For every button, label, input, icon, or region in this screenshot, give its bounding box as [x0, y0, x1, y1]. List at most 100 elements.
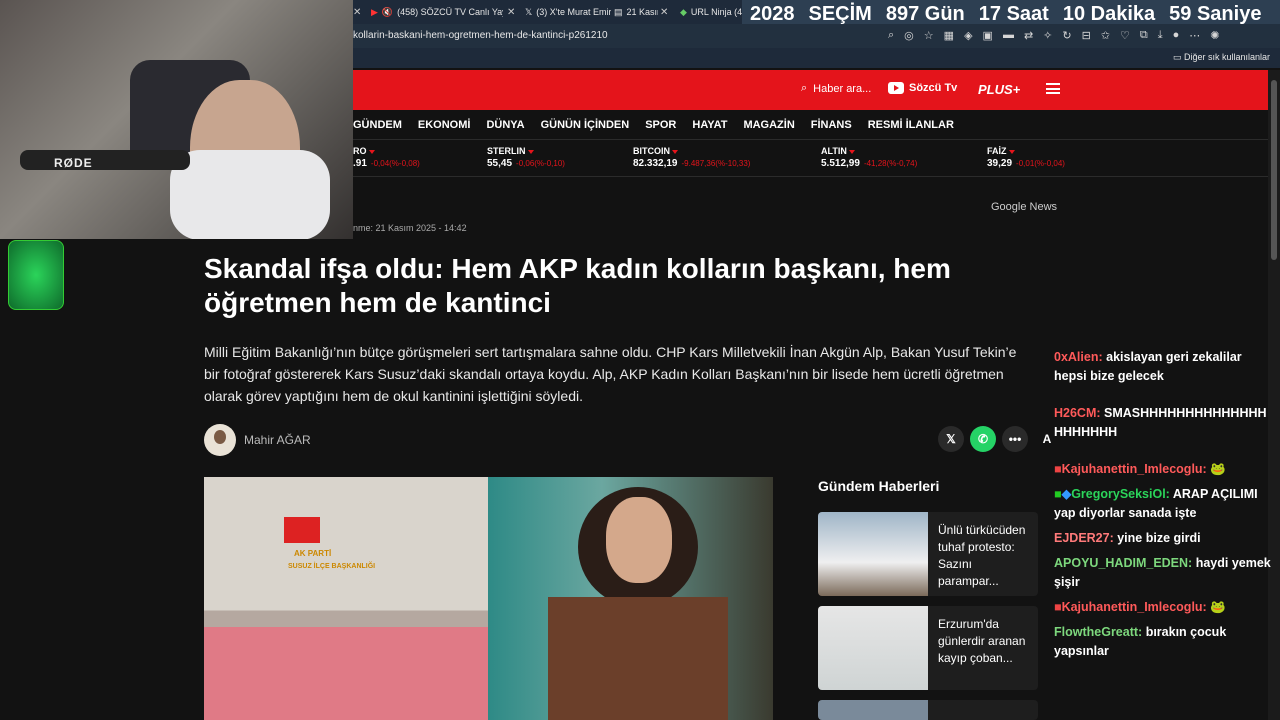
down-arrow-icon — [368, 150, 375, 154]
collections-icon[interactable]: ⧉ — [1140, 29, 1148, 42]
vpn-icon[interactable]: ▬ — [1003, 29, 1014, 42]
tab-close-button[interactable]: ✕ — [353, 2, 365, 22]
search-icon: ⌕ — [801, 82, 808, 94]
more-icon[interactable]: ⋯ — [1189, 29, 1200, 42]
other-bookmarks-label: Diğer sık kullanılanlar — [1183, 52, 1270, 62]
translate-icon[interactable]: ⇄ — [1024, 29, 1033, 42]
tab-label: 21 Kasım — [626, 7, 658, 17]
photo-meeting: AK PARTİ SUSUZ İLÇE BAŞKANLIĞI — [204, 477, 488, 720]
url-text[interactable]: kollarin-baskani-hem-ogretmen-hem-de-kan… — [353, 30, 608, 41]
screenshot-icon[interactable]: ▣ — [983, 29, 993, 42]
share-buttons: 𝕏 ✆ ••• A — [938, 426, 1060, 452]
x-share-icon[interactable]: 𝕏 — [938, 426, 964, 452]
news-label: News — [1029, 201, 1058, 213]
scrollbar-thumb[interactable] — [1271, 80, 1277, 260]
nav-item[interactable]: EKONOMİ — [418, 119, 471, 131]
article-date: nme: 21 Kasım 2025 - 14:42 — [353, 223, 467, 233]
other-bookmarks[interactable]: ▭ Diğer sık kullanılanlar — [1173, 52, 1270, 63]
favorites-icon[interactable]: ✩ — [1101, 29, 1110, 42]
close-icon[interactable]: ✕ — [660, 7, 668, 18]
green-can-graphic — [8, 240, 64, 310]
photo-vest — [548, 597, 728, 720]
ticker-name: RO — [353, 146, 367, 156]
ticker-item[interactable]: STERLIN 55,45 -0,06(%-0,10) — [487, 146, 565, 169]
youtube-icon: ▶ — [371, 6, 378, 17]
search-button[interactable]: ⌕ Haber ara... — [801, 82, 871, 95]
photo-sign: AK PARTİ — [294, 549, 332, 558]
countdown-days: 897 — [885, 2, 920, 25]
chat-user: 0xAlien: — [1054, 350, 1103, 364]
countdown-minutes: 10 — [1062, 2, 1086, 25]
chat-message: ■Kajuhanettin_Imlecoglu: 🐸 — [1054, 598, 1274, 617]
star-icon[interactable]: ☆ — [924, 29, 934, 42]
ticker-change: -0,06(%-0,10) — [516, 159, 565, 168]
search-placeholder: Haber ara... — [813, 82, 872, 95]
badge-icon: ■ — [1054, 462, 1062, 476]
more-icon[interactable]: ••• — [1002, 426, 1028, 452]
heart-icon[interactable]: ♡ — [1120, 29, 1130, 42]
article-title: Skandal ifşa oldu: Hem AKP kadın kolları… — [204, 253, 951, 318]
nav-item[interactable]: FİNANS — [811, 119, 852, 131]
emote-icon: 🐸 — [1210, 600, 1226, 614]
zoom-icon[interactable]: ⌕ — [888, 29, 894, 42]
close-icon[interactable]: ✕ — [353, 7, 361, 18]
news-card-image — [818, 512, 928, 596]
refresh-icon[interactable]: ↻ — [1062, 29, 1071, 42]
badge-icon: ■ — [1054, 487, 1062, 501]
tab-close-button[interactable]: ✕ — [507, 2, 519, 22]
ticker-value: 5.512,99 — [821, 158, 860, 169]
news-card-title: Erzurum'da günlerdir aranan kayıp çoban.… — [938, 617, 1026, 665]
plus-link[interactable]: PLUS+ — [978, 82, 1020, 97]
nav-item[interactable]: GÜNÜN İÇİNDEN — [541, 119, 630, 131]
nav-item[interactable]: RESMİ İLANLAR — [868, 119, 954, 131]
article-lead: Milli Eğitim Bakanlığı’nın bütçe görüşme… — [204, 344, 1017, 404]
avatar[interactable]: ● — [1173, 29, 1180, 42]
extensions-icon[interactable]: ▦ — [944, 29, 954, 42]
chat-user: APOYU_HADIM_EDEN: — [1054, 556, 1193, 570]
news-card-image — [818, 700, 928, 720]
news-card[interactable]: Ünlü türkücüden tuhaf protesto: Sazını p… — [818, 512, 1038, 596]
puzzle-icon[interactable]: ✧ — [1043, 29, 1052, 42]
news-card[interactable] — [818, 700, 1038, 720]
tab-url-ninja[interactable]: ◆ URL Ninja (4 — [680, 2, 742, 22]
tab-label: URL Ninja (4 — [690, 7, 742, 17]
nav-item[interactable]: GÜNDEM — [353, 119, 402, 131]
tab-sozcu-tv[interactable]: ▶ 🔇 (458) SÖZCÜ TV Canlı Yayın — [371, 2, 503, 22]
ticker-name: BITCOIN — [633, 146, 670, 156]
ticker-item[interactable]: RO .91 -0,04(%-0,08) — [353, 146, 420, 169]
copilot-icon[interactable]: ✺ — [1210, 29, 1219, 42]
tab-x-post[interactable]: 𝕏 (3) X'te Murat Emir: " — [525, 2, 611, 22]
nav-item[interactable]: DÜNYA — [486, 119, 524, 131]
tab-close-button[interactable]: ✕ — [660, 2, 672, 22]
chat-user: GregorySeksiOl: — [1071, 487, 1170, 501]
chat-message: APOYU_HADIM_EDEN: haydi yemek şişir — [1054, 554, 1274, 592]
split-icon[interactable]: ⊟ — [1082, 29, 1091, 42]
news-card-image — [818, 606, 928, 690]
close-icon[interactable]: ✕ — [507, 7, 515, 18]
tab-news[interactable]: ▤ 21 Kasım — [614, 2, 658, 22]
hamburger-menu-icon[interactable] — [1046, 83, 1060, 94]
nav-item[interactable]: SPOR — [645, 119, 676, 131]
stream-chat: 0xAlien: akislayan geri zekalilar hepsi … — [1054, 348, 1274, 679]
news-card[interactable]: Erzurum'da günlerdir aranan kayıp çoban.… — [818, 606, 1038, 690]
whatsapp-icon[interactable]: ✆ — [970, 426, 996, 452]
nav-item[interactable]: HAYAT — [692, 119, 727, 131]
reader-icon[interactable]: ◎ — [904, 29, 914, 42]
tab-label: (3) X'te Murat Emir: " — [536, 7, 611, 17]
author-avatar — [204, 424, 236, 456]
nav-item[interactable]: MAGAZİN — [743, 119, 794, 131]
photo-portrait — [488, 477, 773, 720]
google-news-link[interactable]: Google News — [991, 201, 1057, 213]
ticker-item[interactable]: FAİZ 39,29 -0,01(%-0,04) — [987, 146, 1065, 169]
sozcu-tv-link[interactable]: Sözcü Tv — [888, 82, 957, 94]
countdown-year: 2028 — [750, 2, 795, 25]
mute-icon[interactable]: 🔇 — [382, 7, 393, 18]
ticker-item[interactable]: BITCOIN 82.332,19 -9.487,36(%-10,33) — [633, 146, 750, 169]
chat-message: EJDER27: yine bize girdi — [1054, 529, 1274, 548]
download-icon[interactable]: ⤓ — [1158, 29, 1163, 42]
shield-icon[interactable]: ◈ — [964, 29, 972, 42]
ticker-item[interactable]: ALTIN 5.512,99 -41,28(%-0,74) — [821, 146, 917, 169]
author-byline[interactable]: Mahir AĞAR — [204, 424, 311, 456]
chat-user: H26CM: — [1054, 406, 1101, 420]
badge-icon: ◆ — [1061, 487, 1072, 501]
